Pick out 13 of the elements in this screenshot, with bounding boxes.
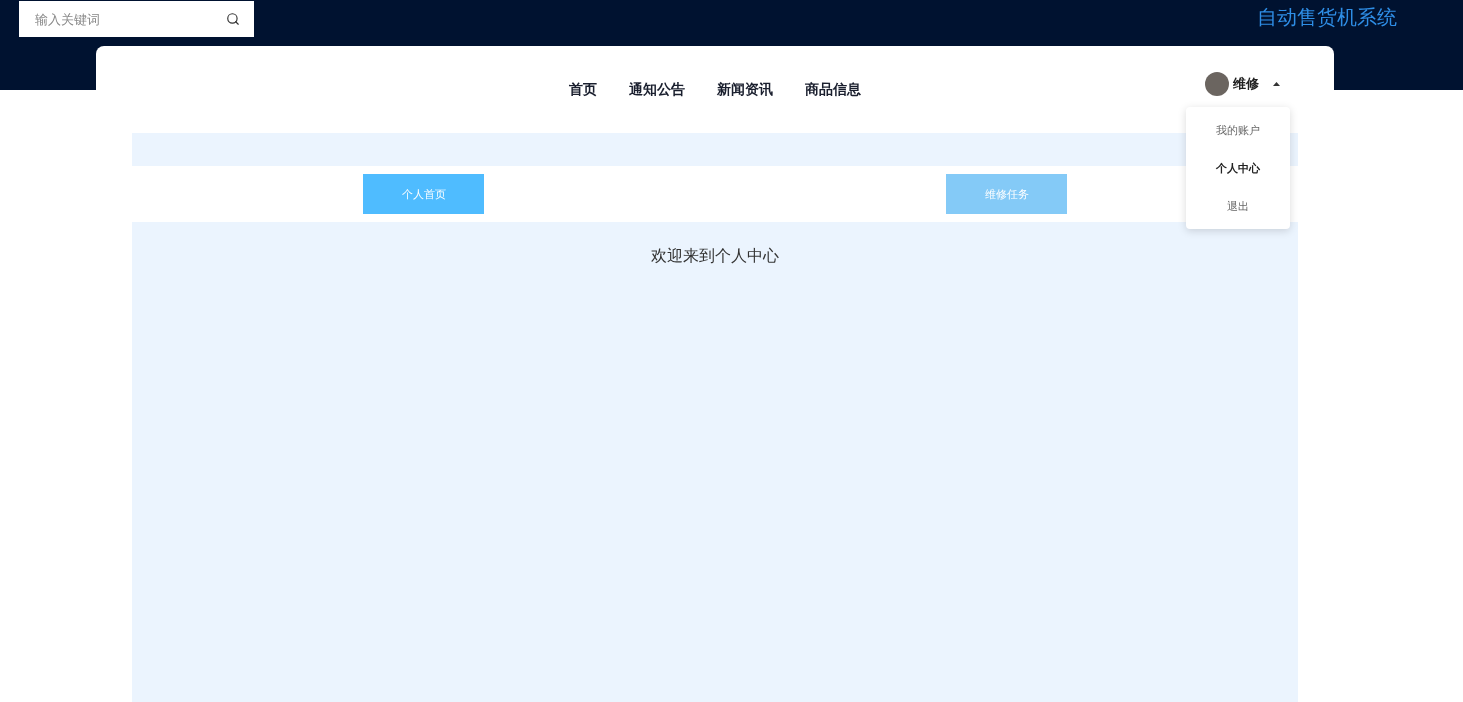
search-icon[interactable]	[226, 12, 240, 26]
menu-item[interactable]: 退出	[1186, 187, 1290, 225]
menu-item[interactable]: 我的账户	[1186, 111, 1290, 149]
site-title: 自动售货机系统	[1257, 5, 1397, 30]
nav-link[interactable]: 商品信息	[805, 79, 861, 100]
nav-link[interactable]: 通知公告	[629, 79, 685, 100]
nav-link[interactable]: 新闻资讯	[717, 79, 773, 100]
avatar-icon	[1205, 72, 1229, 96]
nav-link[interactable]: 首页	[569, 79, 597, 100]
search-field[interactable]: 输入关键词	[19, 1, 254, 37]
user-menu-toggle[interactable]: 维修	[1205, 72, 1280, 96]
welcome-text: 欢迎来到个人中心	[650, 246, 780, 266]
menu-item[interactable]: 个人中心	[1186, 149, 1290, 187]
